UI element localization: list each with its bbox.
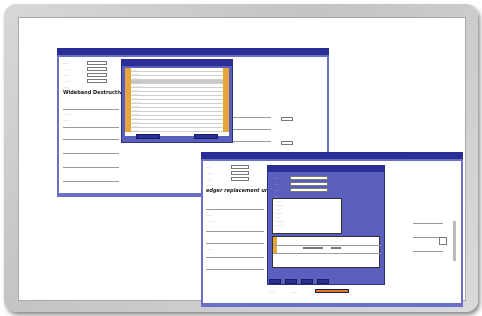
form-label: ····· bbox=[206, 165, 211, 169]
checkbox-label[interactable]: ······· bbox=[269, 290, 276, 294]
dialog-titlebar bbox=[122, 60, 232, 66]
window-titlebar: · · · · · · · · · · · · · · · · bbox=[57, 48, 329, 55]
dialog-field[interactable] bbox=[290, 176, 328, 180]
divider bbox=[231, 141, 271, 142]
toolbar-button[interactable] bbox=[301, 279, 313, 284]
form-label: ······· bbox=[63, 67, 70, 71]
divider bbox=[63, 139, 119, 140]
table-divider bbox=[273, 253, 381, 254]
form-field[interactable] bbox=[231, 165, 249, 169]
table-label: ······· bbox=[63, 118, 70, 122]
divider bbox=[63, 109, 119, 110]
form-label: ········ bbox=[63, 79, 71, 83]
toolbar-button[interactable] bbox=[269, 279, 281, 284]
list-item[interactable]: ······ bbox=[125, 127, 229, 132]
form-field[interactable] bbox=[231, 177, 249, 181]
dialog-cancel-button[interactable] bbox=[194, 134, 218, 139]
divider bbox=[63, 153, 119, 154]
dialog-ok-button[interactable] bbox=[136, 134, 160, 139]
properties-dialog: ····· ····· ········ ····· ······· ·····… bbox=[267, 165, 385, 285]
page-heading: edger replacement unit bbox=[206, 188, 273, 194]
form-field[interactable] bbox=[281, 141, 293, 145]
form-label: ········ bbox=[206, 183, 214, 187]
divider bbox=[231, 117, 271, 118]
data-table bbox=[272, 236, 381, 268]
table-cell[interactable] bbox=[303, 247, 323, 249]
divider bbox=[413, 223, 443, 224]
window-titlebar: · · · · · · · · · · · · · · · · · · · · bbox=[201, 152, 463, 159]
table-label: ······· bbox=[206, 247, 213, 251]
form-label: ······ bbox=[63, 73, 69, 77]
divider bbox=[206, 243, 264, 244]
form-field[interactable] bbox=[439, 237, 447, 245]
dialog-field[interactable] bbox=[290, 188, 328, 192]
table-label: ······ bbox=[206, 213, 212, 217]
dialog-label: ····· bbox=[274, 182, 279, 186]
table-label: ········· bbox=[206, 219, 215, 223]
toolbar-button[interactable] bbox=[317, 279, 329, 284]
divider bbox=[63, 181, 119, 182]
form-field[interactable] bbox=[87, 61, 107, 65]
screenshot-window-2: · · · · · · · · · · · · · · · · · · · · … bbox=[201, 152, 463, 307]
dialog-label: ····· bbox=[274, 176, 279, 180]
divider bbox=[63, 127, 119, 128]
titlebar-text: · · · · · · · · · · · · · · · · bbox=[282, 49, 321, 53]
framed-card: · · · · · · · · · · · · · · · · ····· ··… bbox=[4, 4, 478, 312]
form-label: ······· bbox=[206, 171, 213, 175]
form-label: ······ bbox=[63, 85, 69, 89]
titlebar-text: · · · · · · · · · · · · · · · · · · · · bbox=[406, 153, 455, 157]
divider bbox=[231, 129, 271, 130]
table-cell[interactable] bbox=[331, 247, 341, 249]
divider bbox=[206, 231, 264, 232]
divider bbox=[206, 269, 264, 270]
dialog-list: ······ ········ ····· ······· ··········… bbox=[125, 67, 229, 136]
card-canvas: · · · · · · · · · · · · · · · · ····· ··… bbox=[18, 17, 466, 307]
selection-dialog: ······ ········ ····· ······· ··········… bbox=[121, 59, 233, 143]
table-divider bbox=[273, 245, 381, 246]
form-field[interactable] bbox=[231, 171, 249, 175]
dialog-field[interactable] bbox=[290, 182, 328, 186]
table-label: ········· bbox=[63, 112, 72, 116]
divider bbox=[63, 167, 119, 168]
dialog-titlebar bbox=[268, 166, 384, 172]
divider bbox=[413, 251, 443, 252]
form-label: ····· bbox=[63, 61, 68, 65]
divider bbox=[206, 209, 264, 210]
warning-button[interactable] bbox=[315, 289, 349, 293]
scrollbar[interactable] bbox=[453, 221, 456, 261]
window-content: ····· ······· ······ ········ edger repl… bbox=[203, 161, 461, 303]
form-field[interactable] bbox=[87, 67, 107, 71]
form-field[interactable] bbox=[87, 79, 107, 83]
form-label: ······ bbox=[206, 177, 212, 181]
form-field[interactable] bbox=[87, 73, 107, 77]
menu-item[interactable]: ········ bbox=[273, 223, 341, 227]
dropdown-menu: ······· ········· ······ ········ ····· … bbox=[272, 198, 342, 234]
divider bbox=[206, 257, 264, 258]
toolbar-button[interactable] bbox=[285, 279, 297, 284]
form-field[interactable] bbox=[281, 117, 293, 121]
dialog-label: ········ bbox=[274, 188, 282, 192]
checkbox-label[interactable]: ······· bbox=[291, 290, 298, 294]
